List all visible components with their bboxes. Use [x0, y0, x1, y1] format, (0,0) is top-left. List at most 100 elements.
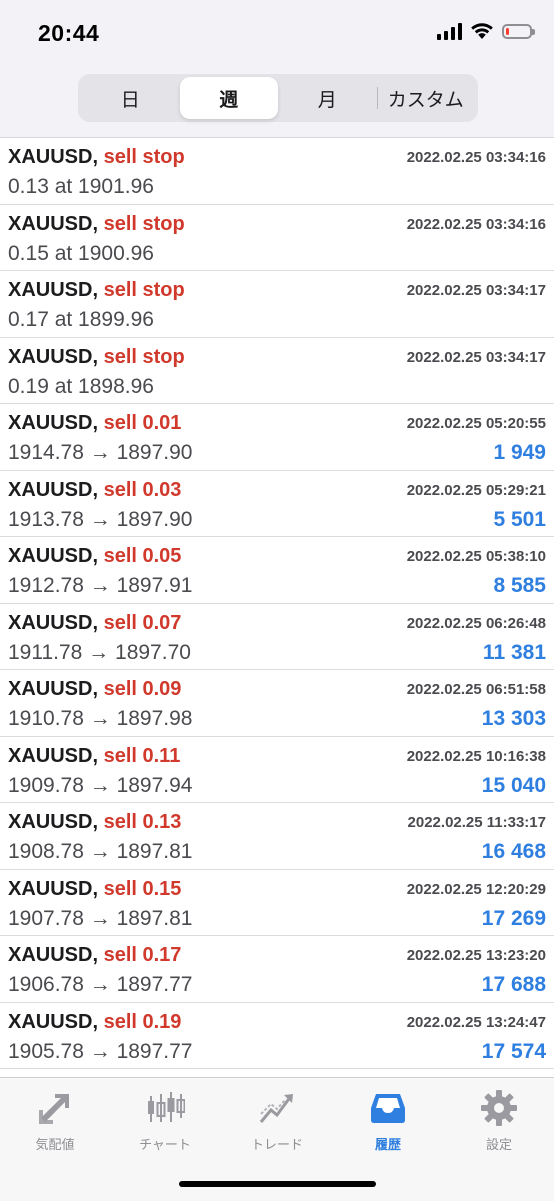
order-action-label: sell 0.13	[103, 811, 182, 833]
row-timestamp: 2022.02.25 05:20:55	[406, 415, 546, 432]
order-action-label: sell stop	[103, 146, 185, 168]
row-profit: 17 688	[481, 973, 546, 996]
row-timestamp: 2022.02.25 12:20:29	[406, 880, 546, 898]
tab-inbox[interactable]: 履歴	[333, 1086, 443, 1156]
history-row[interactable]: XAUUSD, sell 0.11 2022.02.25 10:16:38 1909…	[0, 737, 554, 803]
row-title: XAUUSD, sell 0.19	[8, 1011, 181, 1034]
history-row[interactable]: XAUUSD, sell stop 2022.02.25 03:34:16 0.15…	[0, 205, 554, 271]
row-title: XAUUSD, sell 0.15	[8, 878, 181, 901]
row-profit: 17 574	[481, 1039, 546, 1063]
row-title: XAUUSD, sell 0.13	[8, 811, 181, 834]
history-row[interactable]: XAUUSD, sell 0.13 2022.02.25 11:33:17 1908…	[0, 803, 554, 870]
symbol-label: XAUUSD,	[8, 478, 99, 501]
candlestick-icon	[143, 1086, 187, 1130]
symbol-label: XAUUSD,	[8, 212, 99, 235]
row-timestamp: 2022.02.25 03:34:16	[406, 149, 546, 166]
tab-label: 設定	[485, 1137, 512, 1152]
symbol-label: XAUUSD,	[8, 345, 99, 368]
row-title: XAUUSD, sell stop	[8, 279, 185, 302]
history-row[interactable]: XAUUSD, sell 0.09 2022.02.25 06:51:58 1910…	[0, 670, 554, 737]
status-time: 20:44	[38, 20, 100, 46]
row-title: XAUUSD, sell stop	[8, 146, 185, 169]
status-icons	[437, 22, 535, 40]
gear-icon	[477, 1086, 521, 1130]
row-title: XAUUSD, sell 0.03	[8, 479, 181, 502]
tab-label: トレード	[250, 1137, 303, 1152]
row-title: XAUUSD, sell stop	[8, 213, 185, 236]
row-title: XAUUSD, sell 0.11	[8, 745, 180, 768]
symbol-label: XAUUSD,	[8, 146, 99, 168]
history-row[interactable]: XAUUSD, sell 0.05 2022.02.25 05:38:10 1912…	[0, 537, 554, 604]
tab-candlestick[interactable]: チャート	[110, 1086, 220, 1156]
row-timestamp: 2022.02.25 13:23:20	[406, 947, 546, 964]
row-price-detail: 1912.78 → 1897.91	[8, 574, 193, 597]
order-action-label: sell 0.17	[103, 944, 182, 966]
row-profit: 11 381	[482, 640, 546, 664]
symbol-label: XAUUSD,	[8, 412, 99, 434]
row-profit: 16 468	[481, 840, 546, 863]
row-title: XAUUSD, sell 0.09	[8, 678, 181, 701]
history-row[interactable]: XAUUSD, sell stop 2022.02.25 03:34:16 0.13…	[0, 138, 554, 205]
history-row[interactable]: XAUUSD, sell 0.03 2022.02.25 05:29:21 1913…	[0, 471, 554, 537]
period-tab-2[interactable]: 月	[278, 77, 377, 119]
history-row[interactable]: XAUUSD, sell stop 2022.02.25 03:34:17 0.19…	[0, 338, 554, 404]
row-timestamp: 2022.02.25 06:51:58	[406, 681, 546, 698]
period-tab-3[interactable]: カスタム	[376, 77, 476, 119]
period-tab-0[interactable]: 日	[81, 77, 180, 119]
row-profit: 15 040	[481, 773, 546, 797]
tab-label: チャート	[139, 1137, 191, 1152]
history-row[interactable]: XAUUSD, sell 0.15 2022.02.25 12:20:29 1907…	[0, 870, 554, 936]
tab-label: 気配値	[35, 1137, 75, 1152]
tab-arrows[interactable]: 気配値	[0, 1086, 110, 1156]
period-segmented-control: 日週月カスタム	[78, 74, 478, 122]
trade-chart-icon	[255, 1086, 299, 1130]
row-timestamp: 2022.02.25 11:33:17	[407, 814, 546, 831]
order-action-label: sell stop	[103, 212, 185, 235]
history-list[interactable]: XAUUSD, sell stop 2022.02.25 03:34:16 0.13…	[0, 137, 554, 1078]
row-price-detail: 0.17 at 1899.96	[8, 308, 154, 331]
battery-level	[506, 27, 509, 35]
symbol-label: XAUUSD,	[8, 611, 99, 634]
row-timestamp: 2022.02.25 03:34:16	[406, 215, 546, 233]
symbol-label: XAUUSD,	[8, 944, 99, 966]
row-timestamp: 2022.02.25 05:38:10	[406, 548, 546, 565]
row-price-detail: 1909.78 → 1897.94	[8, 773, 193, 797]
row-timestamp: 2022.02.25 06:26:48	[406, 614, 546, 632]
row-profit: 5 501	[493, 507, 546, 531]
order-action-label: sell 0.15	[103, 877, 182, 900]
symbol-label: XAUUSD,	[8, 811, 99, 833]
cellular-signal-icon	[437, 22, 462, 40]
wifi-icon	[470, 22, 494, 40]
order-action-label: sell 0.19	[103, 1010, 182, 1033]
row-price-detail: 0.19 at 1898.96	[8, 374, 154, 398]
history-row[interactable]: XAUUSD, sell stop 2022.02.25 03:34:17 0.17…	[0, 271, 554, 338]
order-action-label: sell 0.03	[103, 478, 182, 501]
history-row[interactable]: XAUUSD, sell 0.07 2022.02.25 06:26:48 1911…	[0, 604, 554, 670]
row-price-detail: 1905.78 → 1897.77	[8, 1039, 193, 1063]
history-row[interactable]: XAUUSD, sell 0.17 2022.02.25 13:23:20 1906…	[0, 936, 554, 1003]
row-title: XAUUSD, sell 0.17	[8, 944, 181, 967]
tab-gear[interactable]: 設定	[444, 1086, 554, 1156]
row-title: XAUUSD, sell 0.07	[8, 612, 181, 635]
order-action-label: sell 0.09	[103, 678, 182, 700]
row-timestamp: 2022.02.25 03:34:17	[406, 282, 546, 299]
order-action-label: sell stop	[103, 345, 185, 368]
period-tab-1[interactable]: 週	[179, 77, 278, 119]
arrows-icon	[33, 1086, 77, 1130]
history-row[interactable]: XAUUSD, sell 0.19 2022.02.25 13:24:47 1905…	[0, 1003, 554, 1069]
inbox-icon	[366, 1086, 410, 1130]
tab-label: 履歴	[374, 1137, 401, 1152]
tab-trade-chart[interactable]: トレード	[222, 1086, 332, 1156]
row-title: XAUUSD, sell 0.01	[8, 412, 181, 435]
symbol-label: XAUUSD,	[8, 545, 99, 567]
history-row[interactable]: XAUUSD, sell 0.01 2022.02.25 05:20:55 1914…	[0, 404, 554, 471]
symbol-label: XAUUSD,	[8, 678, 99, 700]
row-profit: 13 303	[481, 707, 546, 730]
symbol-label: XAUUSD,	[8, 744, 99, 767]
symbol-label: XAUUSD,	[8, 1010, 99, 1033]
row-profit: 8 585	[493, 574, 546, 597]
row-price-detail: 1906.78 → 1897.77	[8, 973, 193, 996]
row-price-detail: 1908.78 → 1897.81	[8, 840, 193, 863]
row-profit: 1 949	[493, 441, 546, 464]
row-title: XAUUSD, sell 0.05	[8, 545, 181, 568]
